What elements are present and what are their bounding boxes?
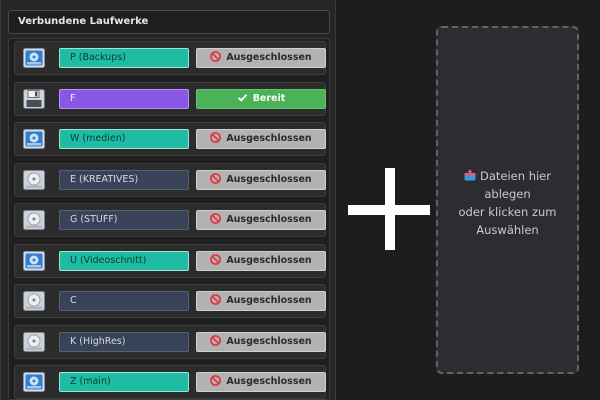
drive-name: Z (main)	[70, 376, 111, 387]
drive-row: K (HighRes) Ausgeschlossen	[14, 324, 326, 359]
drive-status-label: Ausgeschlossen	[226, 335, 312, 347]
drive-row: P (Backups) Ausgeschlossen	[14, 41, 326, 75]
drive-list: P (Backups) Ausgeschlossen F Bereit W (medie…	[8, 38, 330, 400]
excluded-icon	[210, 334, 222, 346]
drive-status-button[interactable]: Ausgeschlossen	[196, 129, 326, 149]
drive-status-button[interactable]: Ausgeschlossen	[196, 250, 326, 271]
drive-row: Z (main) Ausgeschlossen	[14, 365, 326, 399]
drive-name: K (HighRes)	[70, 335, 126, 347]
drive-name-button[interactable]: E (KREATIVES)	[59, 169, 189, 190]
drive-status-label: Ausgeschlossen	[226, 173, 312, 185]
drive-status-button[interactable]: Ausgeschlossen	[196, 210, 326, 230]
excluded-icon	[210, 375, 222, 386]
drive-name-button[interactable]: Z (main)	[59, 372, 189, 392]
drive-status-label: Ausgeschlossen	[226, 214, 312, 225]
drive-status-button[interactable]: Ausgeschlossen	[196, 291, 326, 311]
drive-name: E (KREATIVES)	[70, 173, 139, 185]
inbox-upload-icon	[464, 169, 476, 181]
drive-name-button[interactable]: W (medien)	[59, 129, 189, 149]
dropzone-line-3: oder klicken zum	[458, 205, 557, 219]
drive-row: C Ausgeschlossen	[14, 284, 326, 318]
drive-status-button[interactable]: Ausgeschlossen	[196, 169, 326, 190]
file-dropzone[interactable]: Dateien hier ablegen oder klicken zum Au…	[436, 26, 579, 374]
drive-name: G (STUFF)	[70, 214, 118, 225]
checkmark-icon	[237, 93, 247, 102]
drive-status-label: Ausgeschlossen	[226, 254, 312, 266]
hard-drive-icon	[23, 210, 45, 230]
drive-name: P (Backups)	[70, 52, 126, 63]
hard-drive-icon	[23, 169, 45, 190]
drive-name-button[interactable]: U (Videoschnitt)	[59, 250, 189, 271]
drive-name-button[interactable]: G (STUFF)	[59, 210, 189, 230]
drive-name: W (medien)	[70, 133, 126, 144]
drive-status-label: Ausgeschlossen	[226, 376, 312, 387]
network-drive-icon	[23, 250, 45, 271]
network-drive-icon	[23, 48, 45, 68]
drive-name: U (Videoschnitt)	[70, 254, 147, 266]
dropzone-line-2: ablegen	[484, 187, 531, 201]
network-drive-icon	[23, 129, 45, 149]
drive-name: F	[70, 92, 76, 104]
excluded-icon	[210, 132, 222, 143]
hard-drive-icon	[23, 331, 45, 352]
panel-title: Verbundene Laufwerke	[8, 10, 330, 34]
drive-name-button[interactable]: F	[59, 88, 189, 109]
floppy-disk-icon	[23, 88, 45, 109]
drive-row: F Bereit	[14, 81, 326, 116]
drive-row: U (Videoschnitt) Ausgeschlossen	[14, 243, 326, 278]
drive-name-button[interactable]: C	[59, 291, 189, 311]
drive-status-label: Ausgeschlossen	[226, 295, 312, 306]
drive-name-button[interactable]: K (HighRes)	[59, 331, 189, 352]
drive-status-label: Bereit	[252, 92, 286, 104]
plus-icon	[348, 168, 430, 250]
excluded-icon	[210, 213, 222, 224]
network-drive-icon	[23, 372, 45, 392]
dropzone-text: Dateien hier ablegen oder klicken zum Au…	[438, 167, 577, 239]
drive-status-button[interactable]: Bereit	[196, 88, 326, 109]
drive-row: G (STUFF) Ausgeschlossen	[14, 203, 326, 237]
hard-drive-icon	[23, 291, 45, 311]
dropzone-line-4: Auswählen	[476, 223, 539, 237]
drive-name-button[interactable]: P (Backups)	[59, 48, 189, 68]
excluded-icon	[210, 294, 222, 305]
drive-status-button[interactable]: Ausgeschlossen	[196, 48, 326, 68]
excluded-icon	[210, 253, 222, 265]
drive-status-button[interactable]: Ausgeschlossen	[196, 331, 326, 352]
drive-status-label: Ausgeschlossen	[226, 133, 312, 144]
drive-status-button[interactable]: Ausgeschlossen	[196, 372, 326, 392]
drive-row: E (KREATIVES) Ausgeschlossen	[14, 162, 326, 197]
excluded-icon	[210, 51, 222, 62]
drive-status-label: Ausgeschlossen	[226, 52, 312, 63]
excluded-icon	[210, 172, 222, 184]
dropzone-line-1: Dateien hier	[480, 169, 551, 183]
drive-name: C	[70, 295, 77, 306]
drive-row: W (medien) Ausgeschlossen	[14, 122, 326, 156]
drives-panel: Verbundene Laufwerke P (Backups) Ausgesch…	[0, 0, 336, 400]
